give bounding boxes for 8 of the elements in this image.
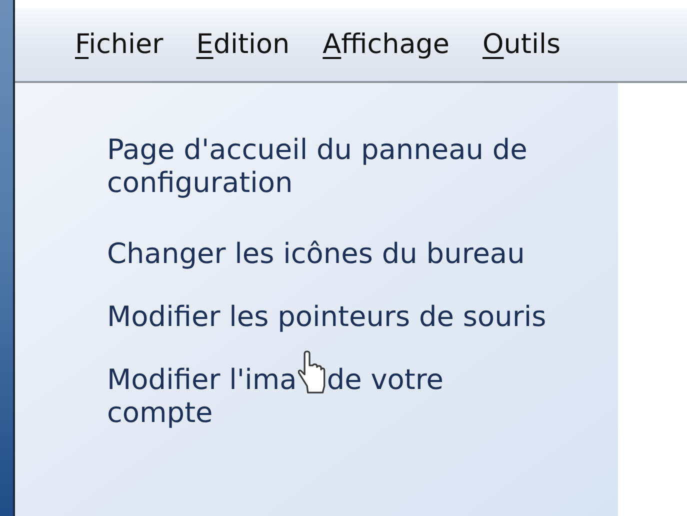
task-link[interactable]: Modifier l'ima de votre compte: [107, 363, 547, 429]
menu-item[interactable]: Outils: [482, 31, 561, 58]
menu-item[interactable]: Fichier: [75, 31, 164, 58]
task-link[interactable]: Page d'accueil du panneau de configuration: [107, 133, 618, 199]
task-link[interactable]: Changer les icônes du bureau: [107, 237, 618, 270]
menu-item[interactable]: Edition: [196, 31, 290, 58]
task-link[interactable]: Modifier les pointeurs de souris: [107, 300, 618, 333]
menu-item[interactable]: Affichage: [322, 31, 450, 58]
